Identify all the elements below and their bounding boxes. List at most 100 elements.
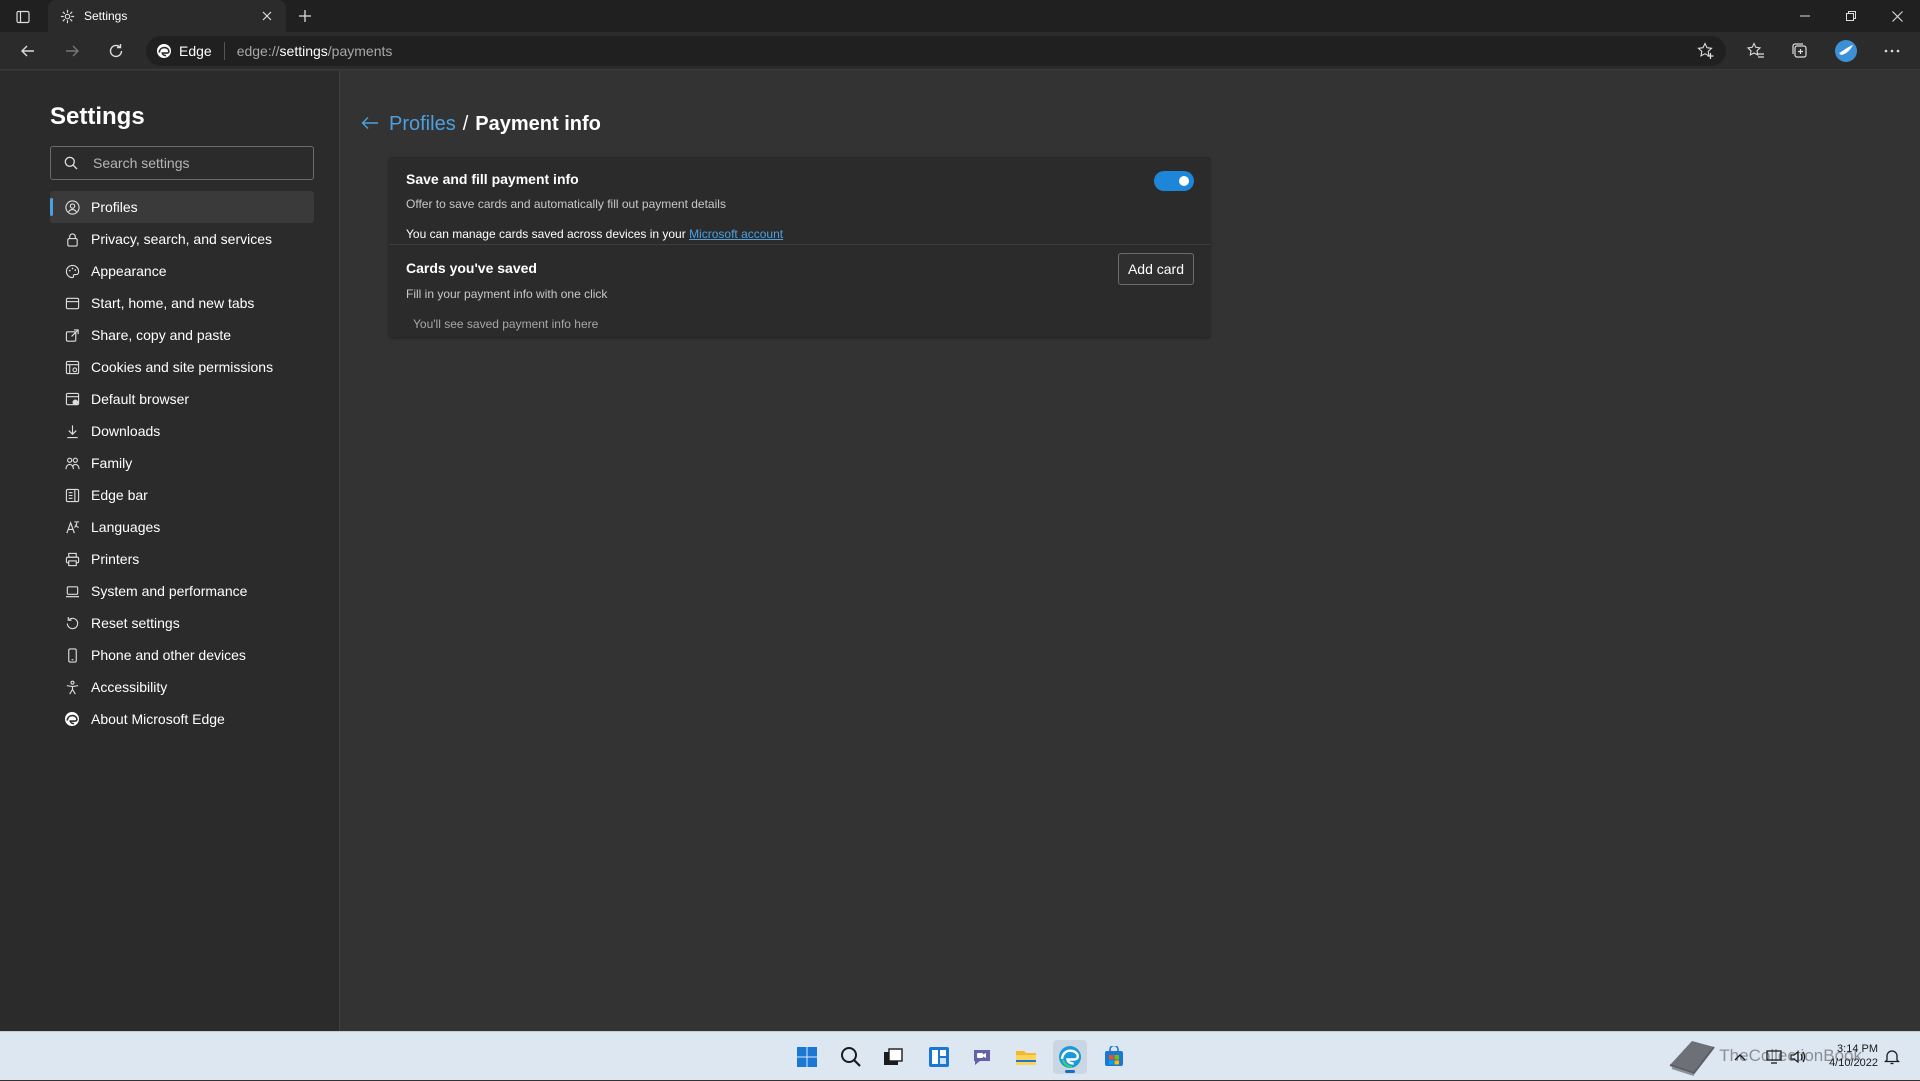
chat-button[interactable] <box>965 1040 999 1074</box>
task-view-button[interactable] <box>876 1040 910 1074</box>
edge-logo-icon <box>1059 1046 1081 1068</box>
new-tab-button[interactable] <box>292 4 318 28</box>
sidebar-item-downloads[interactable]: Downloads <box>50 415 314 447</box>
sidebar-item-accessibility[interactable]: Accessibility <box>50 671 314 703</box>
cards-saved-title: Cards you've saved <box>406 260 537 276</box>
add-card-button[interactable]: Add card <box>1118 253 1194 285</box>
breadcrumb-back-button[interactable] <box>358 111 382 135</box>
favorites-button[interactable] <box>1740 37 1772 65</box>
tab-settings[interactable]: Settings <box>48 0 286 32</box>
sidebar-item-label: About Microsoft Edge <box>91 711 225 727</box>
tab-actions-icon <box>16 10 30 24</box>
sidebar-item-system[interactable]: System and performance <box>50 575 314 607</box>
search-input[interactable] <box>93 155 313 171</box>
add-favorite-button[interactable] <box>1694 39 1718 63</box>
tray-chevron[interactable] <box>1734 1032 1746 1081</box>
file-explorer-button[interactable] <box>1009 1040 1043 1074</box>
home-tabs-icon <box>63 294 81 312</box>
sidebar-item-edge-bar[interactable]: Edge bar <box>50 479 314 511</box>
book-logo-icon <box>1669 1040 1715 1076</box>
network-tray[interactable] <box>1766 1032 1782 1081</box>
back-button[interactable] <box>12 37 44 65</box>
title-bar: Settings <box>0 0 1920 32</box>
download-icon <box>63 422 81 440</box>
restore-button[interactable] <box>1828 0 1874 32</box>
sidebar-item-languages[interactable]: Languages <box>50 511 314 543</box>
sidebar-item-share[interactable]: Share, copy and paste <box>50 319 314 351</box>
minimize-icon <box>1800 15 1810 17</box>
sidebar-item-privacy[interactable]: Privacy, search, and services <box>50 223 314 255</box>
more-menu-button[interactable] <box>1876 37 1908 65</box>
family-icon <box>63 454 81 472</box>
plus-icon <box>299 10 311 22</box>
profile-button[interactable] <box>1830 37 1862 65</box>
refresh-icon <box>109 44 123 58</box>
forward-button[interactable] <box>56 37 88 65</box>
sidebar-item-label: Share, copy and paste <box>91 327 232 343</box>
sidebar-item-label: Family <box>91 455 133 471</box>
taskbar-clock[interactable]: 3:14 PM 4/10/2022 <box>1829 1042 1878 1070</box>
appearance-icon <box>63 262 81 280</box>
microsoft-account-link[interactable]: Microsoft account <box>689 227 783 241</box>
sidebar-item-about[interactable]: About Microsoft Edge <box>50 703 314 735</box>
breadcrumb-profiles-link[interactable]: Profiles <box>389 113 456 136</box>
sidebar-item-phone[interactable]: Phone and other devices <box>50 639 314 671</box>
sidebar-item-default-browser[interactable]: Default browser <box>50 383 314 415</box>
sidebar-item-appearance[interactable]: Appearance <box>50 255 314 287</box>
collections-button[interactable] <box>1784 37 1816 65</box>
manage-cards-note: You can manage cards saved across device… <box>406 227 783 241</box>
tab-title: Settings <box>84 9 128 23</box>
star-add-icon <box>1697 42 1714 59</box>
phone-icon <box>63 646 81 664</box>
back-arrow-icon <box>21 45 34 57</box>
breadcrumb-separator: / <box>462 113 469 135</box>
start-button[interactable] <box>790 1040 824 1074</box>
laptop-icon <box>63 582 81 600</box>
profile-icon <box>63 198 81 216</box>
sidebar-item-label: Languages <box>91 519 161 535</box>
refresh-button[interactable] <box>100 37 132 65</box>
close-tab-icon[interactable] <box>256 5 278 27</box>
languages-icon <box>63 518 81 536</box>
sidebar-item-family[interactable]: Family <box>50 447 314 479</box>
favorites-icon <box>1747 42 1764 58</box>
sidebar-item-label: Accessibility <box>91 679 168 695</box>
clock-date: 4/10/2022 <box>1829 1057 1878 1069</box>
printer-icon <box>63 550 81 568</box>
lock-icon <box>63 230 81 248</box>
folder-icon <box>1016 1051 1036 1065</box>
store-icon <box>1105 1046 1123 1066</box>
save-fill-subtitle: Offer to save cards and automatically fi… <box>406 197 726 211</box>
sidebar-item-label: Appearance <box>91 263 167 279</box>
share-icon <box>63 326 81 344</box>
save-fill-toggle[interactable] <box>1154 171 1194 191</box>
sidebar-item-profiles[interactable]: Profiles <box>50 191 314 223</box>
url-host: settings <box>279 43 328 59</box>
sidebar-item-start-home[interactable]: Start, home, and new tabs <box>50 287 314 319</box>
notifications-tray[interactable] <box>1884 1032 1900 1081</box>
minimize-button[interactable] <box>1782 0 1828 32</box>
tab-actions-button[interactable] <box>10 6 36 28</box>
edge-logo-icon <box>157 44 171 58</box>
store-button[interactable] <box>1097 1040 1131 1074</box>
volume-tray[interactable] <box>1790 1032 1806 1081</box>
toggle-knob <box>1179 176 1189 186</box>
search-settings-box[interactable] <box>50 146 314 180</box>
edge-taskbar-button[interactable] <box>1053 1040 1087 1074</box>
widgets-icon <box>929 1047 949 1067</box>
sidebar-item-label: Reset settings <box>91 615 180 631</box>
sidebar-item-printers[interactable]: Printers <box>50 543 314 575</box>
sidebar-item-label: Downloads <box>91 423 161 439</box>
sidebar-item-label: Default browser <box>91 391 190 407</box>
close-window-button[interactable] <box>1874 0 1920 32</box>
chevron-up-icon <box>1734 1053 1746 1060</box>
omnibox-brand: Edge <box>179 43 212 59</box>
taskbar-search-button[interactable] <box>834 1040 868 1074</box>
restore-icon <box>1846 11 1856 21</box>
sidebar-item-cookies[interactable]: Cookies and site permissions <box>50 351 314 383</box>
gear-icon <box>58 7 76 25</box>
sidebar-item-reset[interactable]: Reset settings <box>50 607 314 639</box>
windows-logo-icon <box>797 1047 817 1067</box>
address-bar[interactable]: Edge edge://settings/payments <box>146 36 1726 66</box>
widgets-button[interactable] <box>922 1040 956 1074</box>
